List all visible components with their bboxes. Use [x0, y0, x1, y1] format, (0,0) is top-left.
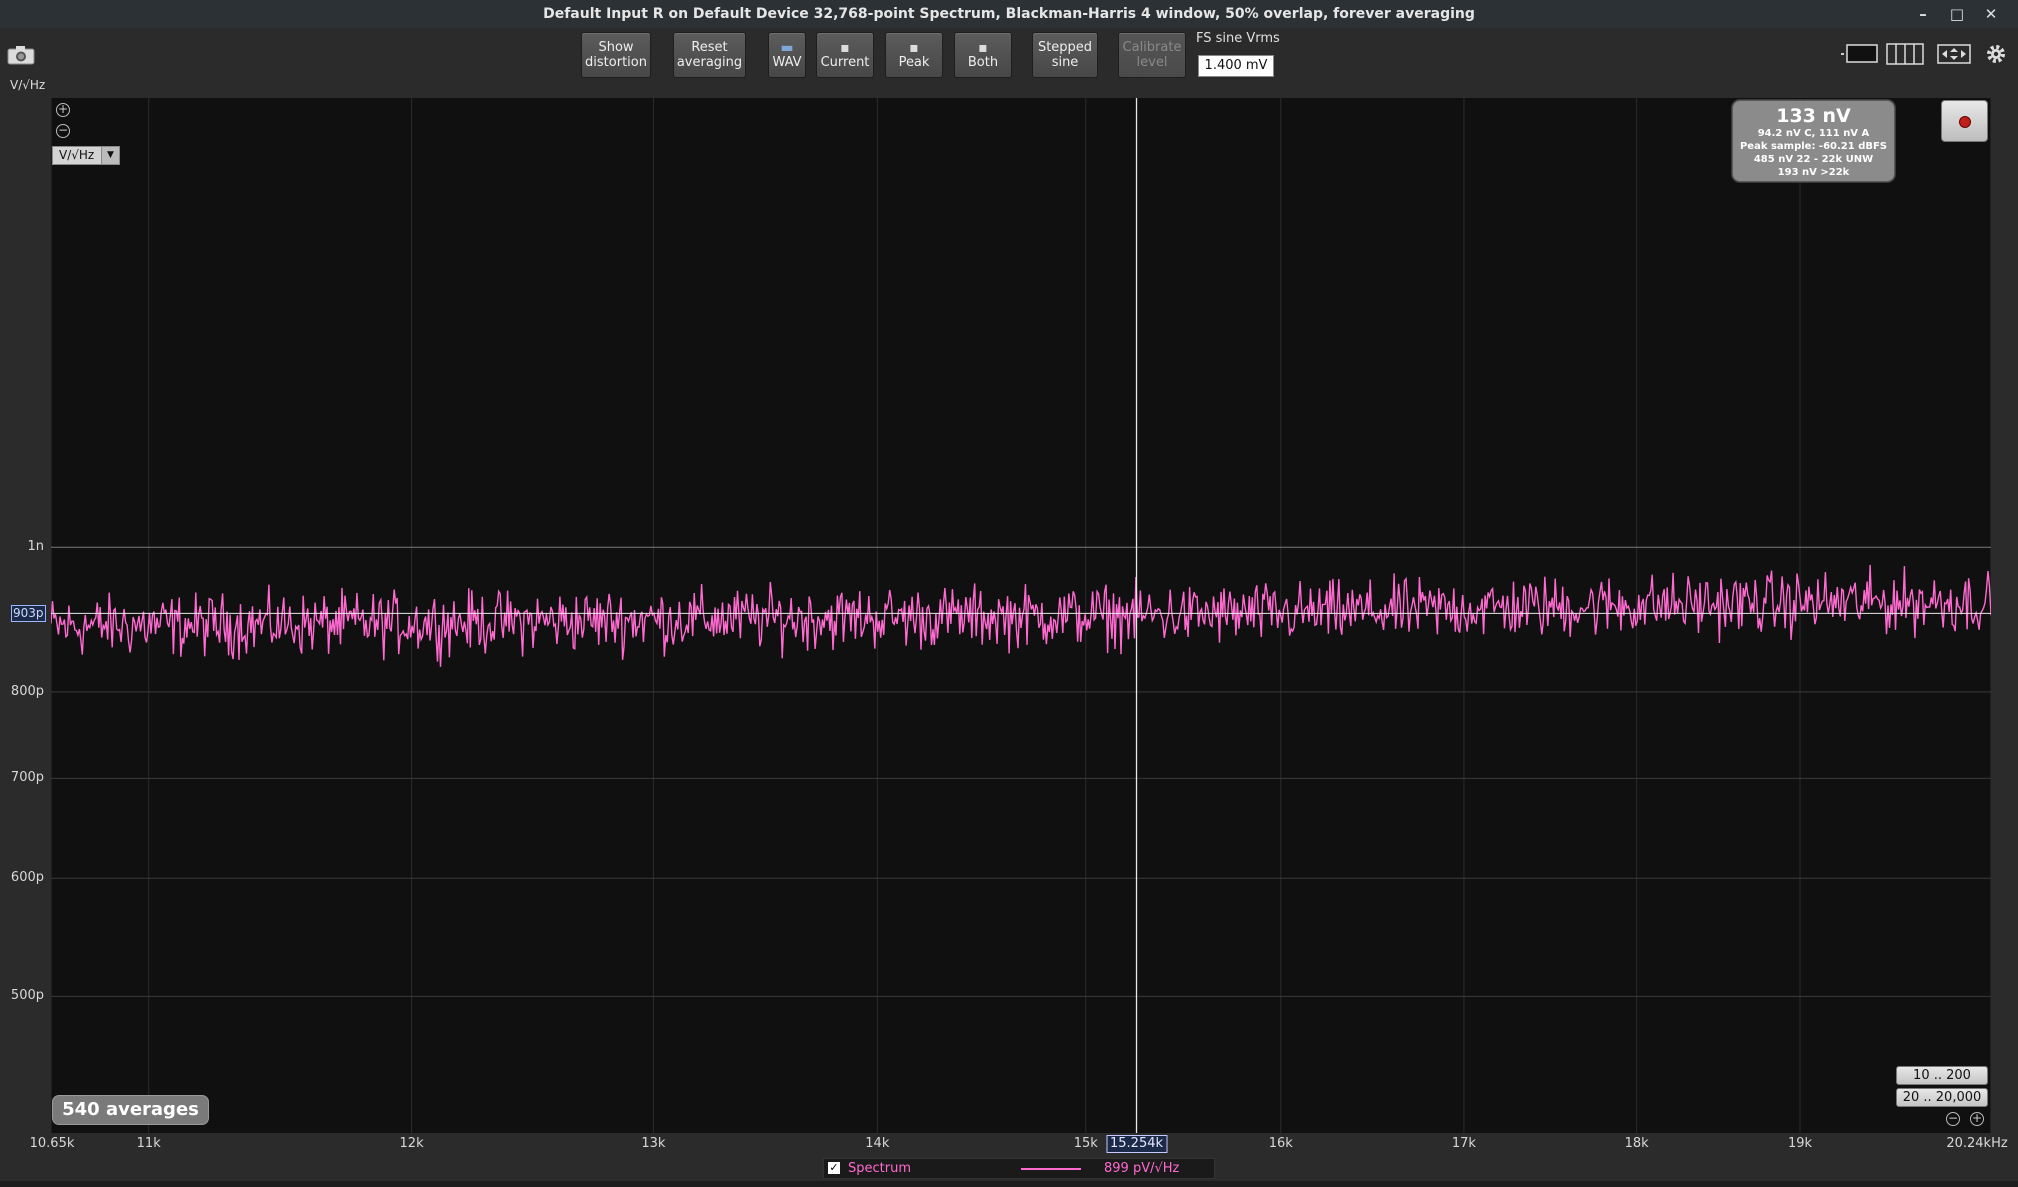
peak-label: Peak	[898, 54, 930, 70]
y-tick-label: 800p	[10, 683, 44, 699]
zoom-in-icon[interactable]: +	[56, 103, 70, 117]
save-both-button[interactable]: ▪ Both	[954, 32, 1012, 78]
x-tick-label: 17k	[1451, 1136, 1476, 1151]
unit-select[interactable]: V/√Hz ▼	[52, 146, 120, 165]
reset-averaging-label-2: averaging	[676, 55, 743, 70]
monitor-icon[interactable]	[1840, 42, 1880, 66]
x-zoom-in-icon[interactable]: +	[1970, 1112, 1984, 1126]
show-distortion-button[interactable]: Show distortion	[581, 32, 651, 78]
averages-badge: 540 averages	[52, 1095, 209, 1125]
fs-sine-input[interactable]: 1.400 mV	[1198, 55, 1274, 77]
close-button[interactable]: ✕	[1974, 0, 2008, 28]
stats-line-3: 485 nV 22 - 22k UNW	[1753, 154, 1874, 165]
show-distortion-label-1: Show	[598, 40, 634, 55]
wav-button[interactable]: ▬ WAV	[768, 32, 806, 78]
unit-label: V/√Hz	[10, 78, 46, 92]
range-20-20000-button[interactable]: 20 .. 20,000	[1896, 1088, 1988, 1107]
fit-view-icon[interactable]	[1935, 42, 1973, 66]
x-tick-label: 19k	[1787, 1136, 1813, 1151]
y-tick-label: 700p	[10, 770, 44, 786]
floppy-icon: ▪	[978, 39, 988, 56]
stats-panel: 133 nV 94.2 nV C, 111 nV A Peak sample: …	[1732, 100, 1895, 182]
zoom-out-icon[interactable]: −	[56, 124, 70, 138]
calibrate-level-button[interactable]: Calibrate level	[1118, 32, 1186, 78]
cursor-x-readout[interactable]: 15.254k	[1105, 1135, 1168, 1153]
legend-swatch	[1021, 1168, 1081, 1170]
spectrum-trace	[51, 564, 1991, 667]
range-10-200-button[interactable]: 10 .. 200	[1896, 1066, 1988, 1085]
stats-main-value: 133 nV	[1776, 105, 1851, 127]
maximize-button[interactable]: □	[1940, 0, 1974, 28]
stepped-sine-button[interactable]: Stepped sine	[1032, 32, 1098, 78]
x-tick-label: 13k	[641, 1136, 666, 1151]
y-tick-label: 1n	[27, 539, 44, 555]
calibrate-level-label-1: Calibrate	[1122, 40, 1182, 55]
unit-select-value: V/√Hz	[59, 148, 95, 162]
fs-sine-label: FS sine Vrms	[1196, 31, 1280, 46]
window-controls: – □ ✕	[1906, 0, 2008, 28]
x-tick-label: 10.65k	[29, 1136, 75, 1151]
cursor-y-readout: 903p	[11, 605, 46, 623]
legend-series-value: 899 pV/√Hz	[1104, 1161, 1180, 1176]
legend: ✓ Spectrum 899 pV/√Hz	[823, 1158, 1215, 1179]
folder-icon: ▬	[780, 39, 794, 56]
floppy-icon: ▪	[840, 39, 850, 56]
x-tick-label: 16k	[1268, 1136, 1293, 1151]
stepped-sine-label-2: sine	[1051, 55, 1079, 70]
window-title: Default Input R on Default Device 32,768…	[543, 6, 1475, 22]
minimize-button[interactable]: –	[1906, 0, 1940, 28]
chevron-down-icon: ▼	[101, 147, 119, 164]
x-tick-label: 12k	[399, 1136, 424, 1151]
spectrum-plot[interactable]	[51, 98, 1991, 1133]
wav-label: WAV	[772, 54, 802, 70]
y-tick-label: 600p	[10, 870, 44, 886]
camera-icon[interactable]	[6, 44, 36, 66]
legend-series-name: Spectrum	[848, 1161, 911, 1176]
save-peak-button[interactable]: ▪ Peak	[885, 32, 943, 78]
x-tick-label: 18k	[1624, 1136, 1649, 1151]
stats-line-2: Peak sample: -60.21 dBFS	[1739, 141, 1888, 152]
calibrate-level-label-2: level	[1136, 55, 1168, 70]
x-tick-label: 11k	[136, 1136, 161, 1151]
spectrum-svg	[51, 98, 1991, 1133]
status-bar	[0, 1181, 2018, 1187]
reset-averaging-button[interactable]: Reset averaging	[673, 32, 746, 78]
both-label: Both	[967, 54, 999, 70]
gear-icon[interactable]	[1984, 42, 2008, 66]
record-button[interactable]	[1941, 100, 1988, 142]
window-titlebar: Default Input R on Default Device 32,768…	[0, 0, 2018, 28]
y-tick-label: 500p	[10, 988, 44, 1004]
x-zoom-out-icon[interactable]: −	[1946, 1112, 1960, 1126]
stats-line-4: 193 nV >22k	[1777, 167, 1850, 178]
legend-checkbox[interactable]: ✓	[828, 1162, 840, 1174]
stats-line-1: 94.2 nV C, 111 nV A	[1757, 128, 1870, 139]
x-tick-label: 14k	[865, 1136, 890, 1151]
show-distortion-label-2: distortion	[585, 55, 647, 70]
x-tick-label: 20.24kHz	[1946, 1136, 2008, 1151]
stepped-sine-label-1: Stepped	[1037, 40, 1093, 55]
columns-icon[interactable]	[1886, 42, 1924, 66]
reset-averaging-label-1: Reset	[691, 40, 728, 55]
record-icon	[1959, 116, 1971, 128]
save-current-button[interactable]: ▪ Current	[816, 32, 874, 78]
x-tick-label: 15k	[1073, 1136, 1098, 1151]
current-label: Current	[820, 54, 870, 70]
floppy-icon: ▪	[909, 39, 919, 56]
